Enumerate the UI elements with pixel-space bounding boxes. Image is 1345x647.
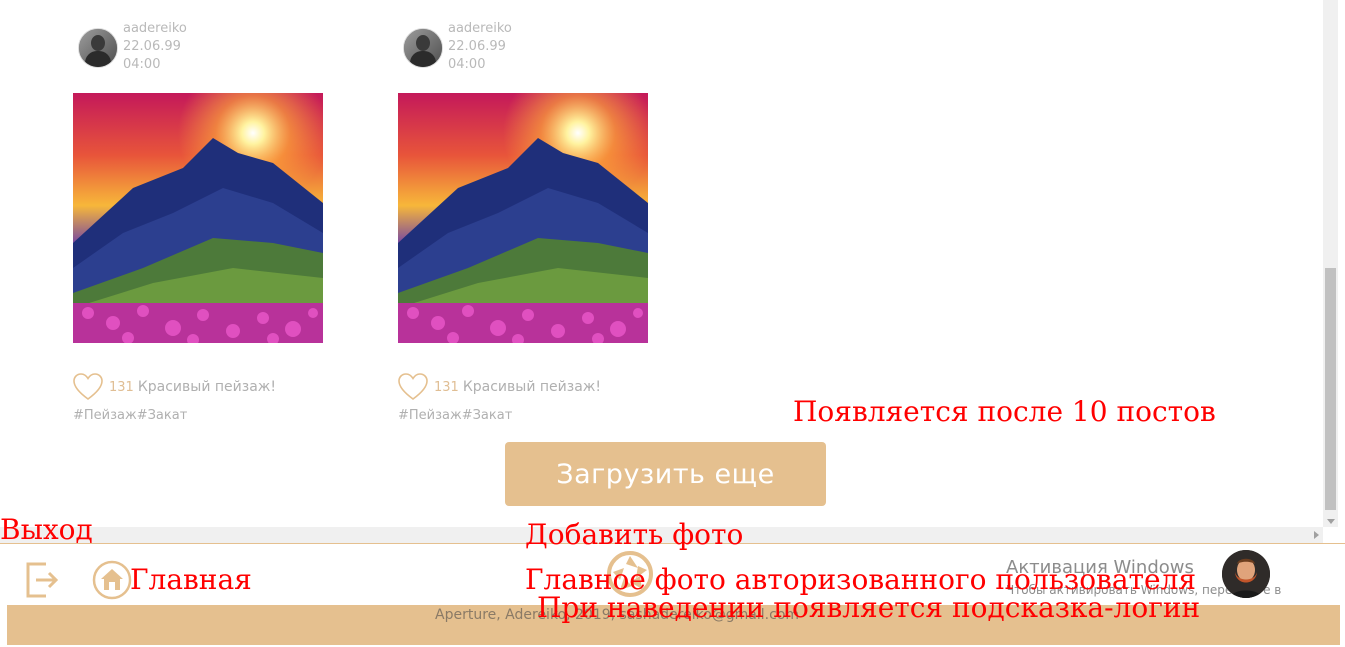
author-avatar[interactable]	[78, 28, 118, 68]
post-likes: 131 Красивый пейзаж!	[73, 372, 276, 402]
logout-icon	[26, 562, 59, 598]
post-tags[interactable]: #Пейзаж#Закат	[73, 408, 187, 423]
scroll-down-arrow-icon[interactable]	[1327, 519, 1335, 524]
feed-viewport: aadereiko 22.06.99 04:00 131 Красивый пе…	[0, 0, 1323, 527]
annotation-home: Главная	[130, 563, 252, 596]
logout-button[interactable]	[24, 560, 60, 600]
post-time: 04:00	[448, 57, 486, 72]
landscape-image	[73, 93, 323, 343]
scrollbar-thumb[interactable]	[1325, 268, 1336, 510]
post-meta: aadereiko 22.06.99 04:00	[448, 20, 512, 74]
scroll-right-arrow-icon[interactable]	[1314, 531, 1319, 539]
home-button[interactable]	[92, 560, 132, 600]
author-name[interactable]: aadereiko	[448, 20, 512, 38]
vertical-scrollbar[interactable]	[1323, 0, 1338, 527]
annotation-add-photo: Добавить фото	[525, 518, 744, 551]
post-tags[interactable]: #Пейзаж#Закат	[398, 408, 512, 423]
post-caption: Красивый пейзаж!	[137, 379, 276, 395]
post-meta: aadereiko 22.06.99 04:00	[123, 20, 187, 74]
heart-icon[interactable]	[73, 373, 103, 401]
post-date: 22.06.99	[448, 39, 506, 54]
user-avatar	[1222, 550, 1270, 598]
author-name[interactable]: aadereiko	[123, 20, 187, 38]
annotation-hover-hint: При наведении появляется подсказка-логин	[537, 591, 1201, 624]
author-avatar[interactable]	[403, 28, 443, 68]
home-icon	[92, 560, 132, 600]
annotation-after-posts: Появляется после 10 постов	[793, 395, 1216, 428]
post-date: 22.06.99	[123, 39, 181, 54]
annotation-logout: Выход	[0, 513, 93, 546]
load-more-button[interactable]: Загрузить еще	[505, 442, 826, 506]
heart-icon[interactable]	[398, 373, 428, 401]
like-count: 131	[109, 379, 134, 395]
post-time: 04:00	[123, 57, 161, 72]
landscape-image	[398, 93, 648, 343]
post-likes: 131 Красивый пейзаж!	[398, 372, 601, 402]
post-caption: Красивый пейзаж!	[462, 379, 601, 395]
like-count: 131	[434, 379, 459, 395]
post-photo[interactable]	[398, 93, 648, 343]
user-profile-photo[interactable]	[1222, 550, 1270, 598]
post-photo[interactable]	[73, 93, 323, 343]
